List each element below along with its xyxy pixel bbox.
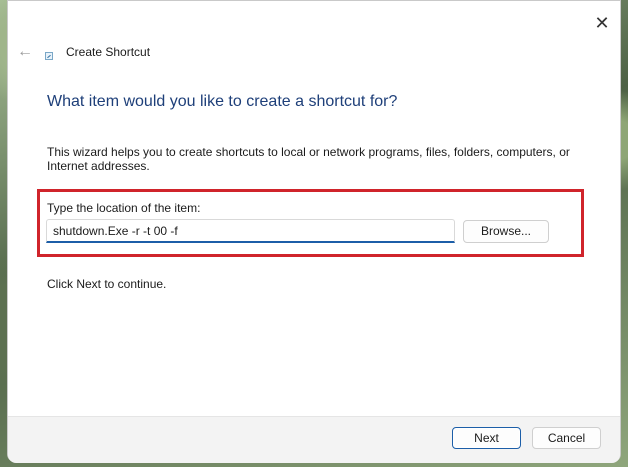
title-bar: ✕ [8, 1, 620, 41]
page-heading: What item would you like to create a sho… [47, 93, 398, 110]
cancel-button[interactable]: Cancel [532, 427, 601, 449]
location-input[interactable] [46, 219, 455, 243]
wizard-title: Create Shortcut [66, 45, 151, 59]
back-arrow-icon: ← [17, 43, 33, 60]
shortcut-wizard-icon [45, 52, 53, 60]
close-button[interactable]: ✕ [590, 11, 614, 35]
create-shortcut-dialog: ✕ ← Create Shortcut What item would you … [7, 0, 621, 463]
back-button[interactable]: ← [14, 41, 36, 63]
dialog-footer [8, 416, 620, 463]
wizard-description: This wizard helps you to create shortcut… [47, 145, 570, 173]
close-icon: ✕ [594, 12, 610, 33]
next-button[interactable]: Next [452, 427, 521, 449]
continue-hint: Click Next to continue. [47, 277, 167, 291]
location-label: Type the location of the item: [47, 201, 201, 215]
browse-button[interactable]: Browse... [463, 220, 549, 243]
